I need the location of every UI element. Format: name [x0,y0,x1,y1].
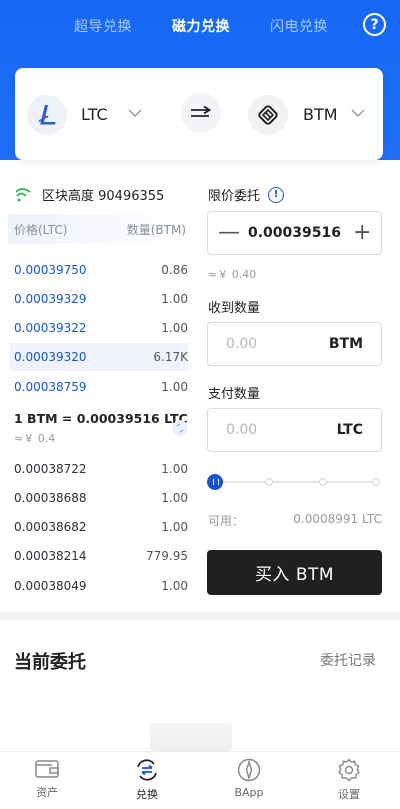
bid-price: 0.00038049 [14,579,87,593]
bid-row[interactable]: 0.00038682 1.00 [14,516,188,538]
help-icon[interactable]: ? [363,13,386,36]
bid-price: 0.00038214 [14,549,87,563]
nav-settings-label: 设置 [338,788,360,801]
nav-bapp[interactable]: BApp [214,758,284,799]
pay-amount-placeholder: 0.00 [226,422,258,438]
bytom-logo-icon[interactable] [248,95,288,135]
decrease-price-button[interactable]: — [218,222,240,244]
info-icon[interactable]: ! [268,186,285,203]
exchange-tabs: 超导兑换 磁力兑换 闪电兑换 ? [0,0,400,52]
ask-qty: 0.86 [161,263,188,277]
receive-unit: BTM [328,336,363,352]
slider-handle[interactable] [207,474,223,490]
bid-qty: 1.00 [161,579,188,593]
bid-qty: 1.00 [161,520,188,534]
limit-order-label: 限价委托 ! [208,185,285,204]
tab-magnetic-exchange[interactable]: 磁力兑换 [172,16,230,36]
current-orders-title: 当前委托 [14,652,86,673]
ask-row[interactable]: 0.00038759 1.00 [14,376,188,398]
empty-orders-illustration [150,723,232,751]
mid-price: 1 BTM = 0.00039516 LTC [14,411,188,426]
bid-row[interactable]: 0.00038214 779.95 [14,545,188,567]
bid-row[interactable]: 0.00038722 1.00 [14,458,188,480]
tab-lightning-exchange[interactable]: 闪电兑换 [270,16,328,36]
bid-row[interactable]: 0.00038049 1.00 [14,575,188,597]
available-value: 0.0008991 LTC [293,512,382,526]
ask-qty: 1.00 [161,380,188,394]
block-height-label: 区块高度 90496355 [42,189,165,204]
bid-price: 0.00038688 [14,491,87,505]
from-coin-symbol[interactable]: LTC [81,105,108,124]
ask-price: 0.00038759 [14,380,87,394]
slider-step-25[interactable] [265,478,273,486]
pay-amount-field[interactable]: 0.00 LTC [207,408,382,452]
price-value[interactable]: 0.00039516 [248,225,341,241]
litecoin-logo-icon[interactable] [27,95,67,135]
orderbook-header: 价格(LTC) 数量(BTM) [8,214,188,244]
ask-qty: 6.17K [153,350,188,364]
signal-icon [16,187,31,201]
bottom-nav: 资产 兑换 BApp 设置 [0,751,400,809]
receive-amount-field[interactable]: 0.00 BTM [207,322,382,366]
pay-unit: LTC [336,422,363,438]
tab-superconduct-exchange[interactable]: 超导兑换 [74,16,132,36]
price-stepper: — 0.00039516 + [207,211,382,255]
nav-assets-label: 资产 [36,786,58,799]
amount-slider[interactable] [207,474,382,490]
refresh-icon[interactable] [172,420,188,436]
nav-bapp-label: BApp [234,786,264,799]
ask-qty: 1.00 [161,292,188,306]
bid-qty: 1.00 [161,462,188,476]
available-balance: 可用： 0.0008991 LTC [208,512,382,529]
mid-price-fiat: ≈￥ 0.4 [14,432,56,445]
order-history-link[interactable]: 委托记录 [320,650,376,670]
bid-price: 0.00038682 [14,520,87,534]
slider-step-50[interactable] [319,478,327,486]
swap-pair-button[interactable] [181,93,221,133]
to-coin-symbol[interactable]: BTM [303,105,338,124]
chevron-down-icon[interactable] [128,108,142,118]
nav-exchange-label: 兑换 [136,788,158,801]
nav-settings[interactable]: 设置 [314,758,384,802]
ask-price: 0.00039322 [14,321,87,335]
price-fiat-approx: ≈￥ 0.40 [208,268,257,281]
slider-track [215,481,375,483]
double-arrow-right-icon [191,106,212,117]
pay-amount-label: 支付数量 [208,387,261,402]
ask-row[interactable]: 0.00039329 1.00 [14,288,188,310]
ask-qty: 1.00 [161,321,188,335]
bid-qty: 779.95 [146,549,188,563]
compass-icon [237,758,261,782]
exchange-icon [137,759,157,781]
receive-amount-placeholder: 0.00 [226,336,258,352]
price-column-header: 价格(LTC) [14,222,68,237]
ask-price: 0.00039320 [14,350,87,364]
ask-row[interactable]: 0.00039322 1.00 [14,317,188,339]
qty-column-header: 数量(BTM) [126,222,186,237]
slider-step-75[interactable] [372,478,380,486]
chevron-down-icon[interactable] [351,108,365,118]
wallet-icon [35,760,59,778]
nav-assets[interactable]: 资产 [12,758,82,800]
ask-price: 0.00039750 [14,263,87,277]
bid-price: 0.00038722 [14,462,87,476]
ask-row[interactable]: 0.00039320 6.17K [10,343,188,371]
nav-exchange[interactable]: 兑换 [112,758,182,802]
ask-price: 0.00039329 [14,292,87,306]
pair-selector-card: LTC BTM [15,68,383,160]
section-divider [0,612,400,620]
available-label: 可用： [208,514,245,528]
buy-button[interactable]: 买入 BTM [207,550,382,595]
limit-order-text: 限价委托 [208,189,261,204]
gear-icon [338,758,360,782]
ask-row[interactable]: 0.00039750 0.86 [14,259,188,281]
increase-price-button[interactable]: + [353,222,371,244]
block-height: 区块高度 90496355 [16,185,164,204]
bid-qty: 1.00 [161,491,188,505]
bid-row[interactable]: 0.00038688 1.00 [14,487,188,509]
receive-amount-label: 收到数量 [208,301,261,316]
